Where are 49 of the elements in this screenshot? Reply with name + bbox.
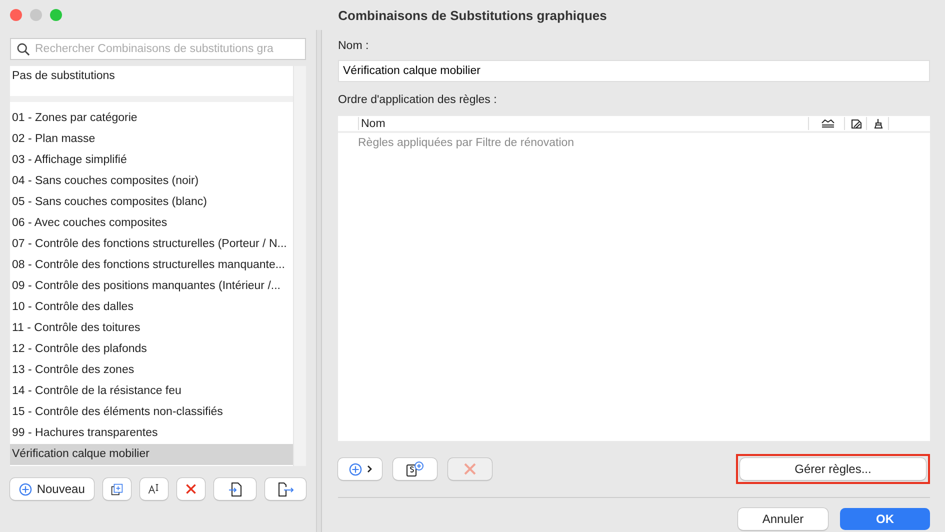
list-item[interactable]: 13 - Contrôle des zones — [10, 360, 293, 381]
paragraph-plus-icon — [406, 461, 424, 477]
list-item[interactable]: 05 - Sans couches composites (blanc) — [10, 192, 293, 213]
add-rule-button[interactable] — [338, 458, 382, 480]
rename-icon — [148, 482, 160, 496]
name-field[interactable]: Vérification calque mobilier — [338, 60, 930, 82]
window-title: Combinaisons de Substitutions graphiques — [338, 8, 607, 22]
duplicate-button[interactable] — [102, 478, 131, 500]
delete-icon — [463, 462, 477, 476]
import-icon — [228, 482, 242, 496]
list-item[interactable]: 03 - Affichage simplifié — [10, 150, 293, 171]
list-item[interactable]: 02 - Plan masse — [10, 129, 293, 150]
column-header: Nom — [361, 118, 386, 130]
list-item[interactable]: 14 - Contrôle de la résistance feu — [10, 381, 293, 402]
export-button[interactable] — [265, 478, 306, 500]
list-item[interactable]: 04 - Sans couches composites (noir) — [10, 171, 293, 192]
list-item[interactable]: 09 - Contrôle des positions manquantes (Intérieur /... — [10, 276, 293, 297]
search-icon — [17, 42, 30, 56]
brush-icon — [874, 118, 883, 129]
list-item[interactable]: 08 - Contrôle des fonctions structurelles manquante... — [10, 255, 293, 276]
duplicate-icon — [110, 482, 123, 496]
list-item[interactable]: Vérification calque mobilier — [10, 444, 293, 465]
list-item[interactable]: 99 - Hachures transparentes — [10, 423, 293, 444]
rules-label: Ordre d'application des règles : — [338, 94, 498, 108]
search-field[interactable]: Rechercher Combinaisons de substitutions gra — [10, 38, 306, 60]
delete-icon — [184, 482, 197, 496]
list-item[interactable]: 11 - Contrôle des toitures — [10, 318, 293, 339]
list-item[interactable]: 07 - Contrôle des fonctions structurelles (Porteur / N... — [10, 234, 293, 255]
export-icon — [277, 482, 294, 496]
list-item[interactable]: 10 - Contrôle des dalles — [10, 297, 293, 318]
plus-circle-icon — [348, 462, 362, 476]
list-item[interactable]: 01 - Zones par catégorie — [10, 108, 293, 129]
delete-button[interactable] — [176, 478, 205, 500]
hatch-icon — [851, 118, 862, 129]
ok-button[interactable]: OK — [840, 508, 930, 530]
cancel-button[interactable]: Annuler — [738, 508, 828, 530]
new-button[interactable]: Nouveau — [10, 478, 94, 500]
manage-rules-button[interactable]: Gérer règles... — [740, 458, 926, 480]
list-item[interactable]: Pas de substitutions — [10, 66, 293, 87]
add-section-button[interactable] — [393, 458, 437, 480]
list-item[interactable]: 06 - Avec couches composites — [10, 213, 293, 234]
name-label: Nom : — [338, 40, 370, 54]
chevron-icon — [366, 465, 372, 473]
import-button[interactable] — [214, 478, 256, 500]
rename-button[interactable] — [140, 478, 168, 500]
list-item[interactable]: 15 - Contrôle des éléments non-classifiés — [10, 402, 293, 423]
plus-circle-icon — [18, 482, 32, 496]
close-button[interactable] — [10, 9, 22, 21]
list-item[interactable]: 12 - Contrôle des plafonds — [10, 339, 293, 360]
